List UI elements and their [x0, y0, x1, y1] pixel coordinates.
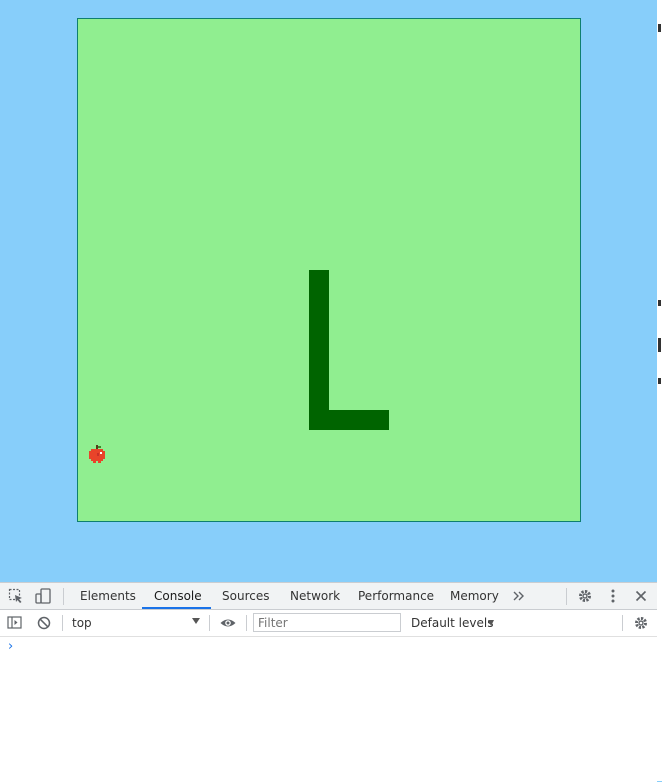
separator — [209, 615, 210, 631]
inspect-element-icon[interactable] — [7, 587, 25, 605]
tab-elements[interactable]: Elements — [80, 583, 136, 609]
separator — [246, 615, 247, 631]
kebab-menu-icon[interactable] — [604, 587, 622, 605]
live-expression-eye-icon[interactable] — [219, 614, 237, 632]
console-settings-gear-icon[interactable] — [632, 614, 650, 632]
levels-dropdown-arrow-icon[interactable] — [488, 620, 494, 626]
device-toolbar-icon[interactable] — [34, 587, 52, 605]
tab-network[interactable]: Network — [290, 583, 340, 609]
devtools-tabbar: Elements Console Sources Network Perform… — [0, 583, 657, 610]
separator — [622, 615, 623, 631]
game-board[interactable] — [77, 18, 581, 522]
console-prompt[interactable]: › — [8, 639, 13, 654]
close-icon[interactable] — [632, 587, 650, 605]
snake-body-horizontal — [309, 410, 389, 430]
context-dropdown-arrow-icon[interactable] — [192, 618, 200, 624]
tab-memory[interactable]: Memory — [450, 583, 499, 609]
separator — [63, 588, 64, 605]
edge-tick — [658, 338, 661, 352]
log-levels-dropdown[interactable]: Default levels — [411, 610, 493, 636]
settings-gear-icon[interactable] — [576, 587, 594, 605]
console-toolbar: top Default levels — [0, 610, 657, 637]
context-selector[interactable]: top — [72, 610, 92, 636]
snake-body-vertical — [309, 270, 329, 430]
edge-tick — [658, 378, 661, 384]
more-tabs-chevron-icon[interactable] — [510, 587, 528, 605]
sidebar-toggle-icon[interactable] — [6, 614, 24, 632]
tab-console[interactable]: Console — [154, 583, 202, 609]
separator — [62, 615, 63, 631]
filter-input[interactable] — [253, 613, 401, 632]
console-output[interactable]: › — [0, 637, 657, 782]
edge-tick — [658, 300, 661, 306]
apple-icon — [89, 445, 105, 463]
tab-performance[interactable]: Performance — [358, 583, 434, 609]
separator — [566, 588, 567, 605]
devtools-panel: Elements Console Sources Network Perform… — [0, 582, 657, 782]
window-edge — [657, 0, 662, 781]
clear-console-icon[interactable] — [35, 614, 53, 632]
active-tab-indicator — [142, 607, 211, 609]
tab-sources[interactable]: Sources — [222, 583, 269, 609]
edge-tick — [658, 24, 661, 32]
